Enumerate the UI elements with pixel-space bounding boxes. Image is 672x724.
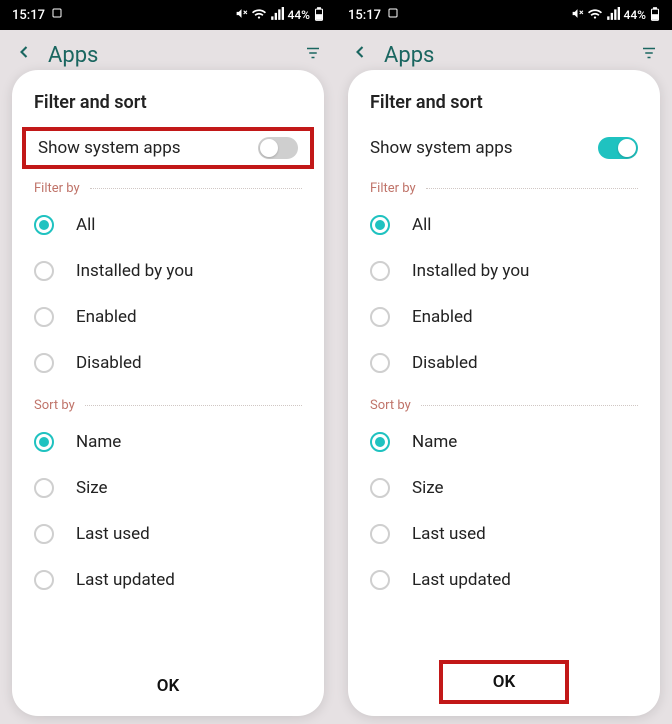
radio-icon <box>370 432 390 452</box>
bg-page-title: Apps <box>384 43 434 68</box>
filter-options: All Installed by you Enabled Disabled <box>348 202 660 386</box>
battery-icon <box>314 7 324 24</box>
radio-icon <box>34 215 54 235</box>
sort-options: Name Size Last used Last updated <box>348 419 660 603</box>
radio-icon <box>34 432 54 452</box>
radio-label: Size <box>412 478 444 498</box>
toggle-label: Show system apps <box>370 138 513 158</box>
radio-label: Installed by you <box>76 261 193 281</box>
ok-button-wrapper: OK <box>348 654 660 716</box>
filter-sort-sheet: Filter and sort Show system apps Filter … <box>12 70 324 716</box>
radio-label: Size <box>76 478 108 498</box>
radio-icon <box>370 307 390 327</box>
toggle-row: Show system apps <box>348 127 660 169</box>
radio-icon <box>370 524 390 544</box>
toggle-label: Show system apps <box>38 138 181 158</box>
filter-option[interactable]: Installed by you <box>348 248 660 294</box>
sheet-title: Filter and sort <box>12 92 324 127</box>
signal-icon <box>270 7 284 24</box>
radio-label: Last updated <box>412 570 511 590</box>
filter-options: All Installed by you Enabled Disabled <box>12 202 324 386</box>
recent-app-icon <box>51 7 63 23</box>
radio-label: Enabled <box>76 307 137 327</box>
status-time: 15:17 <box>348 8 381 23</box>
battery-text: 44% <box>624 8 646 22</box>
phone-left: 15:17 44% Apps Filter and sort Show syst… <box>0 0 336 724</box>
radio-icon <box>34 524 54 544</box>
filter-option[interactable]: Installed by you <box>12 248 324 294</box>
filter-option[interactable]: Enabled <box>12 294 324 340</box>
back-icon[interactable] <box>14 42 34 68</box>
radio-label: Last used <box>412 524 486 544</box>
bg-page-title: Apps <box>48 43 98 68</box>
radio-icon <box>370 353 390 373</box>
sort-option[interactable]: Name <box>12 419 324 465</box>
sort-by-header: Sort by <box>12 386 324 419</box>
radio-label: Enabled <box>412 307 473 327</box>
sort-option[interactable]: Last used <box>348 511 660 557</box>
mute-icon <box>571 7 584 23</box>
radio-label: Name <box>412 432 457 452</box>
battery-icon <box>650 7 660 24</box>
radio-label: Last used <box>76 524 150 544</box>
wifi-icon <box>252 7 266 24</box>
filter-by-header: Filter by <box>12 169 324 202</box>
radio-icon <box>370 261 390 281</box>
filter-option[interactable]: All <box>12 202 324 248</box>
highlight-toggle-row: Show system apps <box>22 127 314 169</box>
filter-option[interactable]: All <box>348 202 660 248</box>
radio-label: Installed by you <box>412 261 529 281</box>
radio-label: Disabled <box>76 353 142 373</box>
filter-by-header: Filter by <box>348 169 660 202</box>
radio-label: Name <box>76 432 121 452</box>
status-bar: 15:17 44% <box>0 0 336 30</box>
radio-label: Disabled <box>412 353 478 373</box>
radio-icon <box>34 478 54 498</box>
sort-option[interactable]: Size <box>12 465 324 511</box>
sort-by-header: Sort by <box>348 386 660 419</box>
show-system-apps-toggle[interactable] <box>598 137 638 159</box>
mute-icon <box>235 7 248 23</box>
sheet-title: Filter and sort <box>348 92 660 127</box>
status-time: 15:17 <box>12 8 45 23</box>
radio-icon <box>34 261 54 281</box>
signal-icon <box>606 7 620 24</box>
phone-right: 15:17 44% Apps Filter and sort Show syst… <box>336 0 672 724</box>
sort-option[interactable]: Last updated <box>348 557 660 603</box>
recent-app-icon <box>387 7 399 23</box>
radio-icon <box>370 215 390 235</box>
sort-option[interactable]: Size <box>348 465 660 511</box>
battery-text: 44% <box>288 8 310 22</box>
status-bar: 15:17 44% <box>336 0 672 30</box>
wifi-icon <box>588 7 602 24</box>
sort-option[interactable]: Last updated <box>12 557 324 603</box>
filter-option[interactable]: Disabled <box>12 340 324 386</box>
status-right: 44% <box>235 7 324 24</box>
radio-icon <box>34 570 54 590</box>
status-right: 44% <box>571 7 660 24</box>
radio-label: All <box>412 215 431 235</box>
ok-button[interactable]: OK <box>12 658 324 716</box>
filter-option[interactable]: Enabled <box>348 294 660 340</box>
radio-icon <box>34 307 54 327</box>
filter-sort-sheet: Filter and sort Show system apps Filter … <box>348 70 660 716</box>
filter-option[interactable]: Disabled <box>348 340 660 386</box>
back-icon[interactable] <box>350 42 370 68</box>
radio-icon <box>370 570 390 590</box>
ok-button[interactable]: OK <box>439 660 570 704</box>
sort-options: Name Size Last used Last updated <box>12 419 324 603</box>
radio-label: All <box>76 215 95 235</box>
radio-label: Last updated <box>76 570 175 590</box>
radio-icon <box>370 478 390 498</box>
sort-option[interactable]: Name <box>348 419 660 465</box>
radio-icon <box>34 353 54 373</box>
filter-icon[interactable] <box>304 43 322 68</box>
show-system-apps-toggle[interactable] <box>258 137 298 159</box>
filter-icon[interactable] <box>640 43 658 68</box>
sort-option[interactable]: Last used <box>12 511 324 557</box>
